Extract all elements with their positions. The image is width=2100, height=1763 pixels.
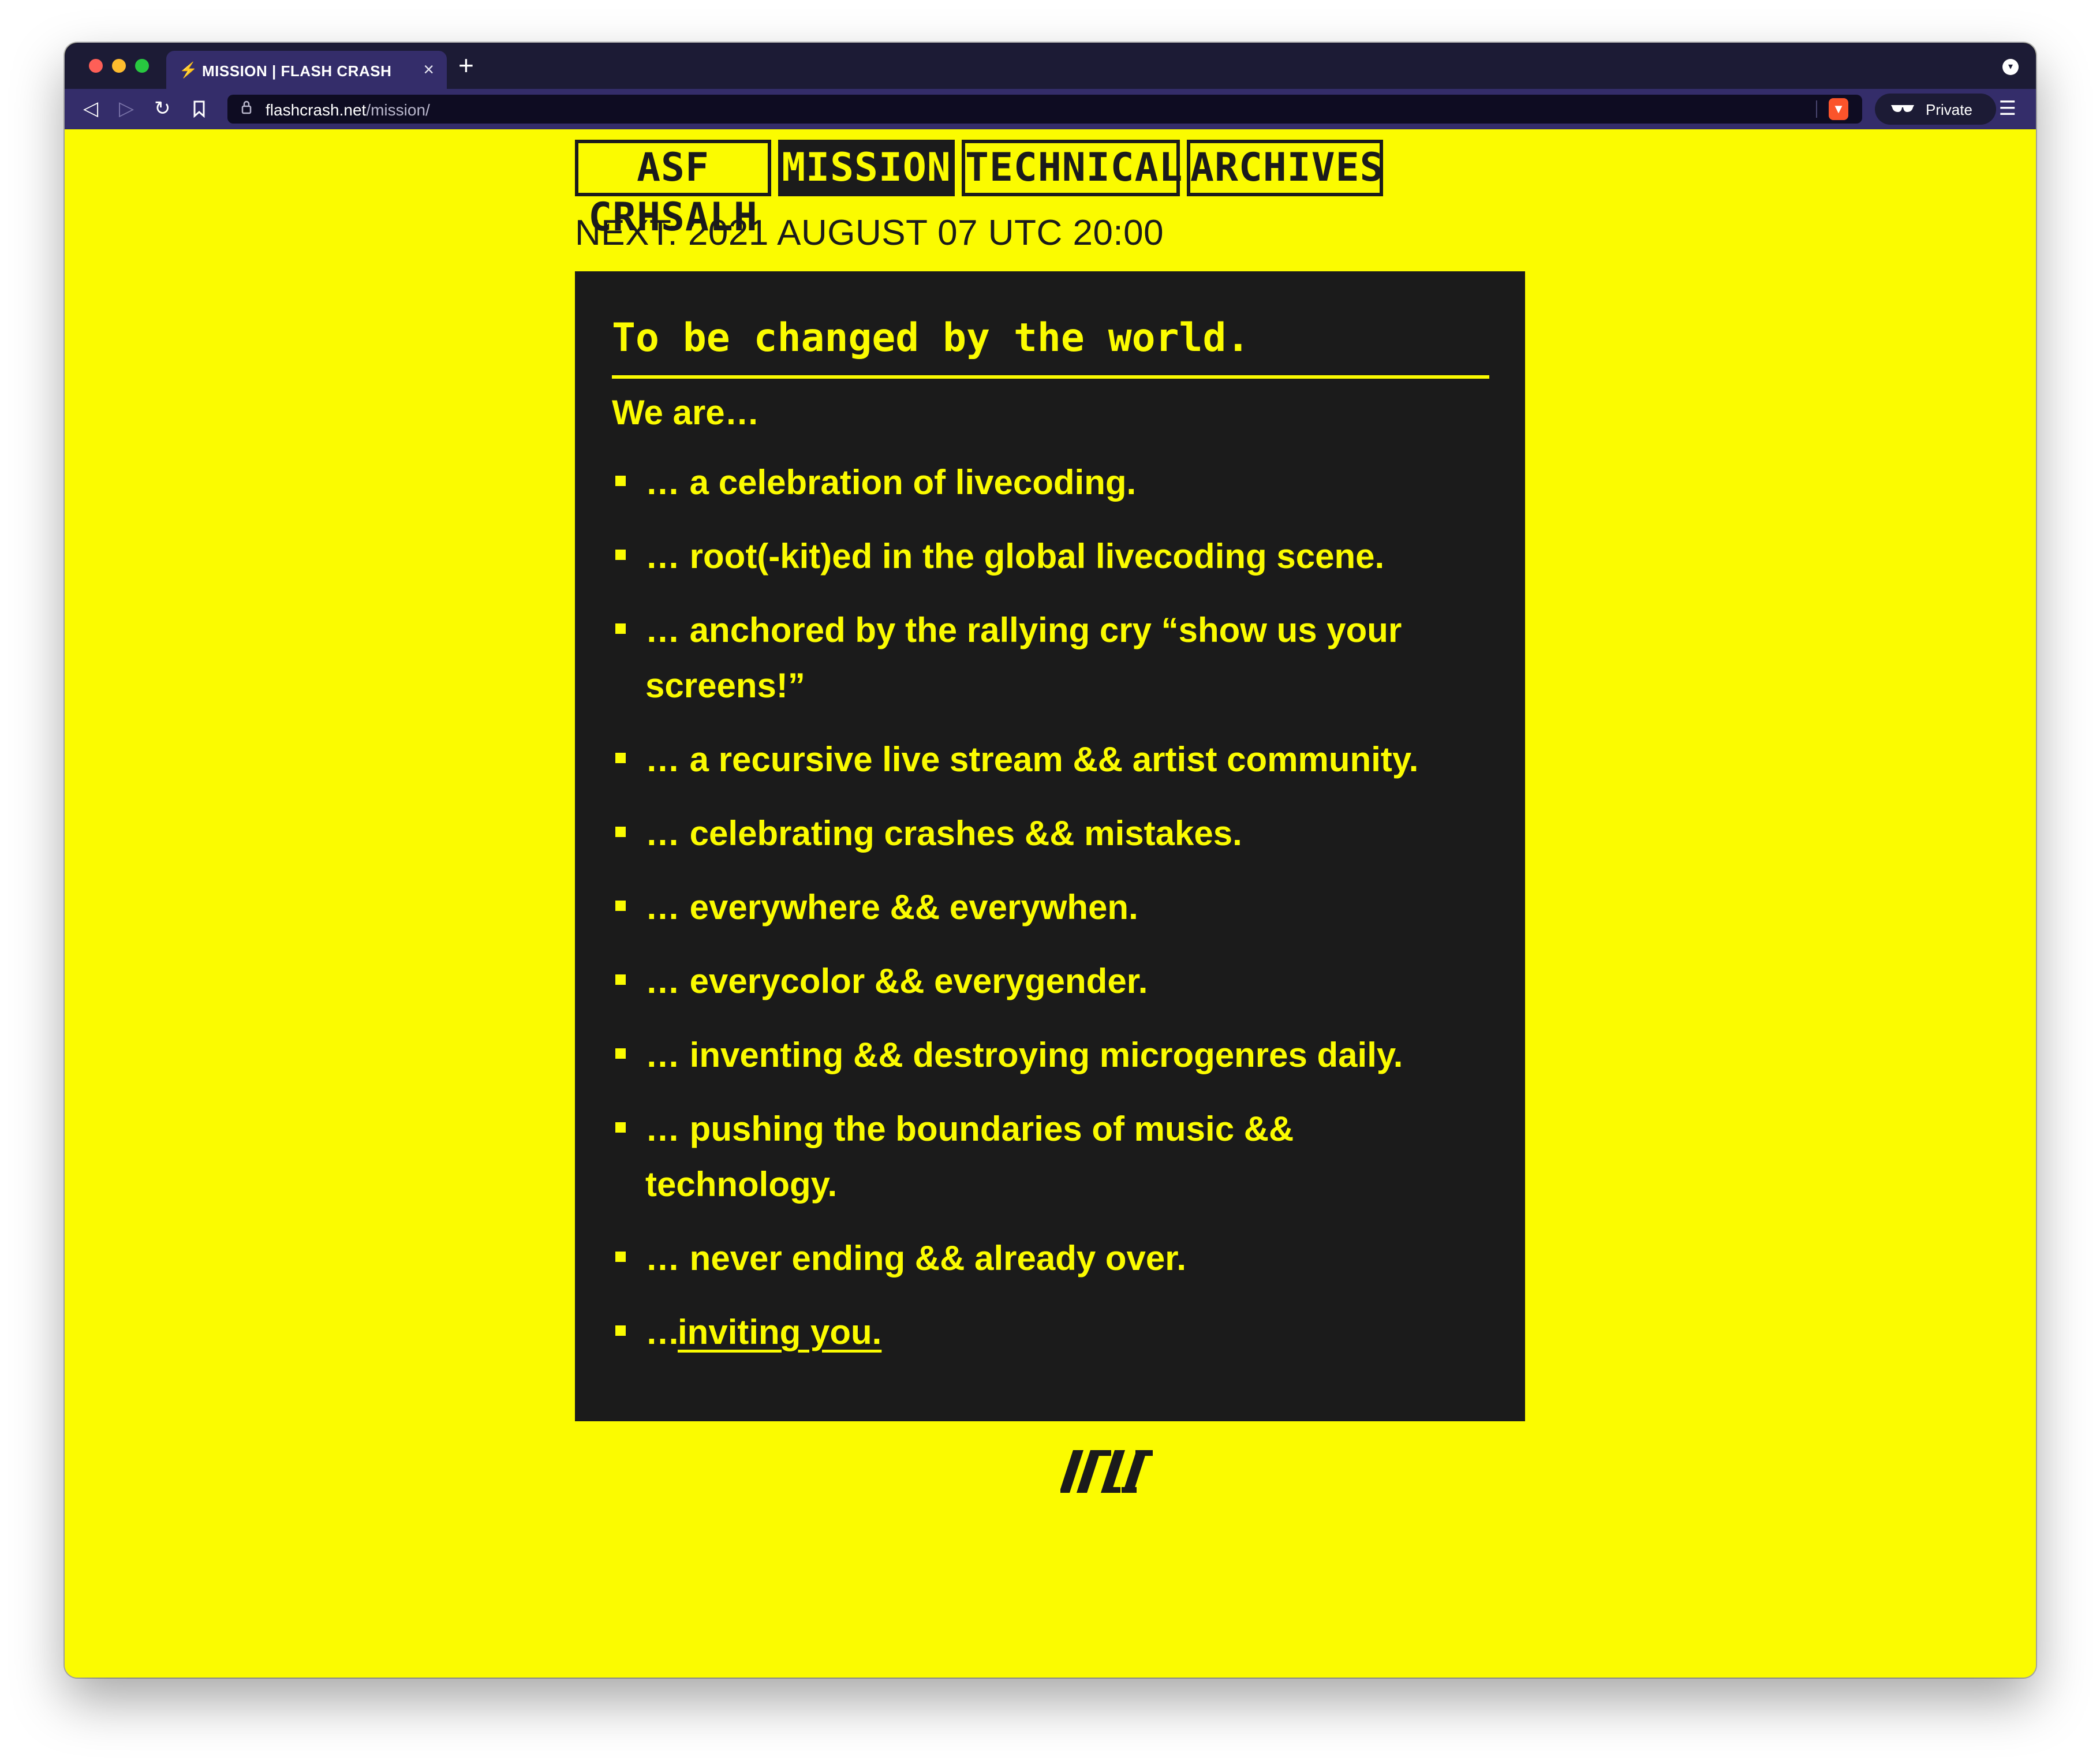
tab-title: MISSION | FLASH CRASH <box>202 62 392 80</box>
close-window-button[interactable] <box>89 59 103 73</box>
nav-archives-link[interactable]: ARCHIVES <box>1187 140 1384 196</box>
bullet-icon <box>615 623 626 634</box>
address-bar[interactable]: flashcrash.net/mission/ ▼ <box>227 95 1862 124</box>
list-item: … anchored by the rallying cry “show us … <box>612 603 1489 714</box>
list-item: … a recursive live stream && artist comm… <box>612 732 1489 787</box>
tab-bar: ⚡ MISSION | FLASH CRASH × + ▾ <box>65 43 2036 89</box>
tab-mission[interactable]: ⚡ MISSION | FLASH CRASH × <box>166 51 447 89</box>
list-item: … a celebration of livecoding. <box>612 455 1489 510</box>
mission-panel: To be changed by the world. We are… … a … <box>575 271 1525 1421</box>
private-window-badge[interactable]: Private <box>1875 94 1996 125</box>
list-item: … everycolor && everygender. <box>612 954 1489 1009</box>
list-item: … celebrating crashes && mistakes. <box>612 806 1489 861</box>
private-label: Private <box>1926 101 1972 118</box>
private-glasses-icon <box>1890 99 1915 121</box>
bullet-icon <box>615 550 626 560</box>
lightning-icon: ⚡ <box>179 61 198 79</box>
bullet-icon <box>615 1252 626 1262</box>
next-event-date: NEXT: 2021 AUGUST 07 UTC 20:00 <box>575 213 1164 253</box>
bullet-icon <box>615 1325 626 1336</box>
browser-toolbar: ◁ ▷ ↻ flashcrash.net/mission/ ▼ Private … <box>65 89 2036 129</box>
bookmark-icon[interactable] <box>193 97 205 123</box>
brave-shield-icon[interactable]: ▼ <box>1829 98 1848 120</box>
bullet-icon <box>615 901 626 911</box>
reload-icon[interactable]: ↻ <box>154 97 171 120</box>
nav-technical-link[interactable]: TECHNICAL <box>962 140 1182 196</box>
chevron-down-icon[interactable]: ▾ <box>2002 59 2019 75</box>
bullet-icon <box>615 1122 626 1133</box>
nav-home-link[interactable]: ASF CRHSALH <box>575 140 771 240</box>
list-item: … inventing && destroying microgenres da… <box>612 1028 1489 1083</box>
inviting-you-link[interactable]: inviting you. <box>678 1305 881 1360</box>
url-text: flashcrash.net/mission/ <box>266 101 430 119</box>
lock-icon <box>241 100 252 118</box>
intro-text: We are… <box>612 393 760 432</box>
urlbar-divider <box>1816 100 1817 118</box>
bullet-icon <box>615 476 626 486</box>
minimize-window-button[interactable] <box>112 59 126 73</box>
flash-crash-logo[interactable] <box>1059 1449 1154 1495</box>
list-item: … inviting you. <box>612 1305 1489 1360</box>
mission-heading: To be changed by the world. <box>612 315 1489 379</box>
back-icon[interactable]: ◁ <box>83 97 98 120</box>
new-tab-button[interactable]: + <box>458 50 474 81</box>
nav-mission-link[interactable]: MISSION <box>778 140 955 196</box>
forward-icon[interactable]: ▷ <box>119 97 134 120</box>
bullet-icon <box>615 827 626 837</box>
close-icon[interactable]: × <box>423 59 434 80</box>
bullet-icon <box>615 753 626 763</box>
zoom-window-button[interactable] <box>135 59 149 73</box>
page-viewport: ASF CRHSALH MISSION TECHNICAL ARCHIVES N… <box>65 129 2036 1678</box>
list-item: … everywhere && everywhen. <box>612 880 1489 935</box>
menu-icon[interactable]: ☰ <box>1999 97 2016 120</box>
list-item: … root(-kit)ed in the global livecoding … <box>612 529 1489 584</box>
bullet-icon <box>615 974 626 985</box>
bullet-icon <box>615 1048 626 1059</box>
list-item: … pushing the boundaries of music && tec… <box>612 1101 1489 1212</box>
list-item: … never ending && already over. <box>612 1231 1489 1286</box>
browser-window: ⚡ MISSION | FLASH CRASH × + ▾ ◁ ▷ ↻ flas… <box>65 43 2036 1678</box>
